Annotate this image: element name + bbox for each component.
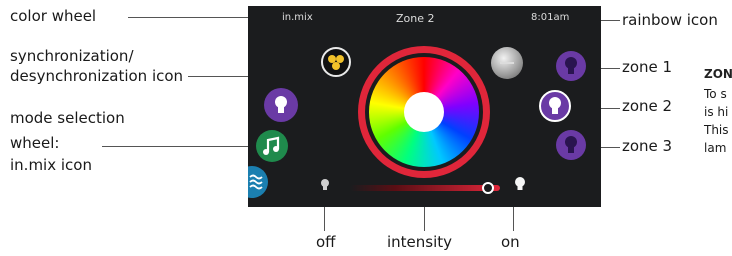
in-mix-icon[interactable]: [264, 88, 298, 122]
leader-zone2: [601, 108, 620, 109]
intensity-knob[interactable]: [482, 182, 494, 194]
device-screen: in.mix Zone 2 8:01am: [248, 6, 601, 207]
leader-rainbow: [601, 20, 620, 21]
color-wheel[interactable]: [369, 57, 479, 167]
sidebar-heading: ZON: [704, 67, 732, 81]
leader-zone3: [601, 147, 620, 148]
label-zone1: zone 1: [622, 58, 673, 76]
leader-on: [513, 207, 514, 231]
zone-1-icon[interactable]: [556, 51, 586, 81]
water-mode-icon[interactable]: [248, 166, 268, 198]
label-mode-line1: mode selection: [10, 109, 125, 127]
sidebar-line1: To s: [704, 87, 727, 101]
label-intensity: intensity: [387, 233, 453, 251]
sidebar-line3: This: [704, 123, 729, 137]
zone-2-icon[interactable]: [539, 90, 571, 122]
label-sync-line2: desynchronization icon: [10, 67, 184, 85]
label-color-wheel: color wheel: [10, 7, 97, 25]
off-bulb-icon[interactable]: [319, 178, 331, 192]
leader-mode: [102, 146, 248, 147]
sync-icon[interactable]: [321, 47, 351, 77]
sidebar-line4: lam: [704, 141, 727, 155]
label-mode-line2: wheel:: [10, 134, 60, 152]
sidebar-line2: is hi: [704, 105, 729, 119]
label-off: off: [316, 233, 336, 251]
rainbow-icon[interactable]: [491, 47, 523, 79]
leader-intensity: [424, 207, 425, 231]
music-mode-icon[interactable]: [256, 130, 288, 162]
brand-logo: in.mix: [282, 12, 313, 23]
label-zone3: zone 3: [622, 137, 673, 155]
clock-time: 8:01am: [531, 12, 570, 23]
color-wheel-ring[interactable]: [358, 46, 490, 178]
leader-color-wheel: [128, 17, 248, 18]
on-bulb-icon[interactable]: [513, 176, 527, 192]
color-wheel-gap: [365, 53, 483, 171]
label-rainbow: rainbow icon: [622, 11, 718, 29]
leader-zone1: [601, 68, 620, 69]
zone-title: Zone 2: [396, 12, 435, 25]
intensity-slider[interactable]: [350, 185, 500, 191]
label-sync-line1: synchronization/: [10, 47, 134, 65]
label-mode-line3: in.mix icon: [10, 156, 92, 174]
color-wheel-center[interactable]: [404, 92, 444, 132]
leader-off: [324, 207, 325, 231]
leader-sync: [188, 76, 248, 77]
zone-3-icon[interactable]: [556, 130, 586, 160]
label-zone2: zone 2: [622, 97, 673, 115]
label-on: on: [501, 233, 520, 251]
